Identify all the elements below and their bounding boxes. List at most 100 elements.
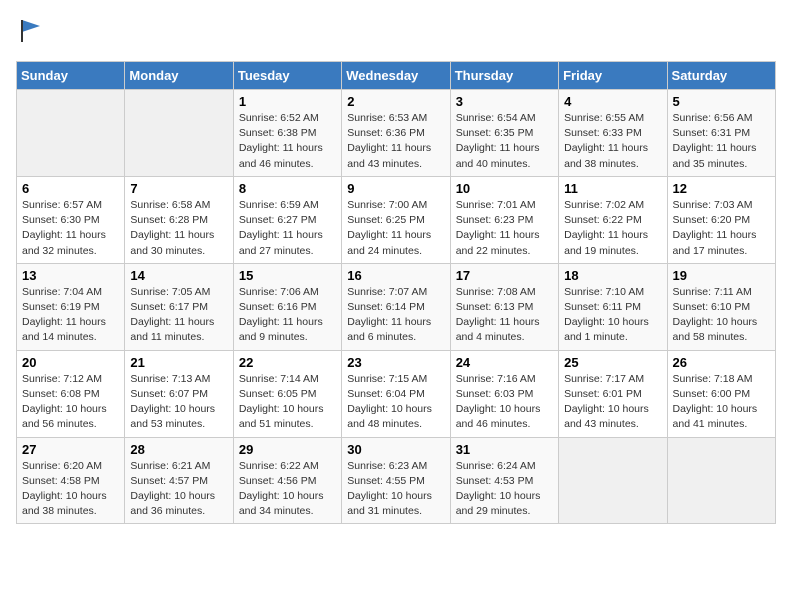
day-info: Sunrise: 6:22 AMSunset: 4:56 PMDaylight:… bbox=[239, 459, 336, 520]
day-number: 29 bbox=[239, 442, 336, 457]
day-info: Sunrise: 6:20 AMSunset: 4:58 PMDaylight:… bbox=[22, 459, 119, 520]
calendar-cell: 30 Sunrise: 6:23 AMSunset: 4:55 PMDayligh… bbox=[342, 437, 450, 524]
logo-text bbox=[16, 16, 46, 49]
calendar-cell: 29 Sunrise: 6:22 AMSunset: 4:56 PMDayligh… bbox=[233, 437, 341, 524]
day-number: 17 bbox=[456, 268, 553, 283]
header-day-wednesday: Wednesday bbox=[342, 62, 450, 90]
calendar-body: 1Sunrise: 6:52 AMSunset: 6:38 PMDaylight… bbox=[17, 90, 776, 524]
calendar-table: SundayMondayTuesdayWednesdayThursdayFrid… bbox=[16, 61, 776, 524]
day-info: Sunrise: 6:54 AMSunset: 6:35 PMDaylight:… bbox=[456, 111, 553, 172]
day-info: Sunrise: 7:17 AMSunset: 6:01 PMDaylight:… bbox=[564, 372, 661, 433]
calendar-week-2: 6 Sunrise: 6:57 AMSunset: 6:30 PMDaylight… bbox=[17, 176, 776, 263]
calendar-cell: 10Sunrise: 7:01 AMSunset: 6:23 PMDayligh… bbox=[450, 176, 558, 263]
calendar-cell: 3 Sunrise: 6:54 AMSunset: 6:35 PMDaylight… bbox=[450, 90, 558, 177]
day-info: Sunrise: 7:15 AMSunset: 6:04 PMDaylight:… bbox=[347, 372, 444, 433]
calendar-cell: 24Sunrise: 7:16 AMSunset: 6:03 PMDayligh… bbox=[450, 350, 558, 437]
calendar-cell: 1Sunrise: 6:52 AMSunset: 6:38 PMDaylight… bbox=[233, 90, 341, 177]
header-day-monday: Monday bbox=[125, 62, 233, 90]
header-day-thursday: Thursday bbox=[450, 62, 558, 90]
calendar-header: SundayMondayTuesdayWednesdayThursdayFrid… bbox=[17, 62, 776, 90]
day-number: 28 bbox=[130, 442, 227, 457]
calendar-cell bbox=[667, 437, 775, 524]
day-number: 23 bbox=[347, 355, 444, 370]
calendar-cell: 18 Sunrise: 7:10 AMSunset: 6:11 PMDayligh… bbox=[559, 263, 667, 350]
day-number: 8 bbox=[239, 181, 336, 196]
day-number: 1 bbox=[239, 94, 336, 109]
calendar-cell: 7 Sunrise: 6:58 AMSunset: 6:28 PMDaylight… bbox=[125, 176, 233, 263]
calendar-cell: 4Sunrise: 6:55 AMSunset: 6:33 PMDaylight… bbox=[559, 90, 667, 177]
day-info: Sunrise: 6:55 AMSunset: 6:33 PMDaylight:… bbox=[564, 111, 661, 172]
calendar-cell: 26 Sunrise: 7:18 AMSunset: 6:00 PMDayligh… bbox=[667, 350, 775, 437]
day-info: Sunrise: 7:03 AMSunset: 6:20 PMDaylight:… bbox=[673, 198, 770, 259]
day-number: 7 bbox=[130, 181, 227, 196]
day-number: 26 bbox=[673, 355, 770, 370]
day-info: Sunrise: 6:24 AMSunset: 4:53 PMDaylight:… bbox=[456, 459, 553, 520]
day-info: Sunrise: 7:18 AMSunset: 6:00 PMDaylight:… bbox=[673, 372, 770, 433]
calendar-cell: 23 Sunrise: 7:15 AMSunset: 6:04 PMDayligh… bbox=[342, 350, 450, 437]
day-info: Sunrise: 7:12 AMSunset: 6:08 PMDaylight:… bbox=[22, 372, 119, 433]
calendar-week-4: 20 Sunrise: 7:12 AMSunset: 6:08 PMDayligh… bbox=[17, 350, 776, 437]
calendar-cell: 6 Sunrise: 6:57 AMSunset: 6:30 PMDaylight… bbox=[17, 176, 125, 263]
day-number: 5 bbox=[673, 94, 770, 109]
header-day-tuesday: Tuesday bbox=[233, 62, 341, 90]
day-info: Sunrise: 6:21 AMSunset: 4:57 PMDaylight:… bbox=[130, 459, 227, 520]
day-number: 22 bbox=[239, 355, 336, 370]
calendar-cell: 19 Sunrise: 7:11 AMSunset: 6:10 PMDayligh… bbox=[667, 263, 775, 350]
calendar-cell: 13 Sunrise: 7:04 AMSunset: 6:19 PMDayligh… bbox=[17, 263, 125, 350]
day-number: 11 bbox=[564, 181, 661, 196]
calendar-week-5: 27 Sunrise: 6:20 AMSunset: 4:58 PMDayligh… bbox=[17, 437, 776, 524]
calendar-cell bbox=[17, 90, 125, 177]
day-number: 16 bbox=[347, 268, 444, 283]
day-info: Sunrise: 6:23 AMSunset: 4:55 PMDaylight:… bbox=[347, 459, 444, 520]
logo bbox=[16, 16, 46, 49]
day-info: Sunrise: 6:57 AMSunset: 6:30 PMDaylight:… bbox=[22, 198, 119, 259]
calendar-cell: 28 Sunrise: 6:21 AMSunset: 4:57 PMDayligh… bbox=[125, 437, 233, 524]
day-number: 13 bbox=[22, 268, 119, 283]
calendar-cell: 22Sunrise: 7:14 AMSunset: 6:05 PMDayligh… bbox=[233, 350, 341, 437]
calendar-week-1: 1Sunrise: 6:52 AMSunset: 6:38 PMDaylight… bbox=[17, 90, 776, 177]
day-number: 20 bbox=[22, 355, 119, 370]
calendar-cell: 27 Sunrise: 6:20 AMSunset: 4:58 PMDayligh… bbox=[17, 437, 125, 524]
header-day-friday: Friday bbox=[559, 62, 667, 90]
day-number: 9 bbox=[347, 181, 444, 196]
day-info: Sunrise: 6:59 AMSunset: 6:27 PMDaylight:… bbox=[239, 198, 336, 259]
calendar-cell: 8 Sunrise: 6:59 AMSunset: 6:27 PMDaylight… bbox=[233, 176, 341, 263]
day-number: 21 bbox=[130, 355, 227, 370]
day-number: 14 bbox=[130, 268, 227, 283]
day-number: 25 bbox=[564, 355, 661, 370]
day-info: Sunrise: 7:05 AMSunset: 6:17 PMDaylight:… bbox=[130, 285, 227, 346]
day-info: Sunrise: 7:10 AMSunset: 6:11 PMDaylight:… bbox=[564, 285, 661, 346]
day-number: 3 bbox=[456, 94, 553, 109]
day-number: 18 bbox=[564, 268, 661, 283]
day-info: Sunrise: 7:02 AMSunset: 6:22 PMDaylight:… bbox=[564, 198, 661, 259]
calendar-cell: 16 Sunrise: 7:07 AMSunset: 6:14 PMDayligh… bbox=[342, 263, 450, 350]
day-number: 30 bbox=[347, 442, 444, 457]
day-number: 12 bbox=[673, 181, 770, 196]
header-day-saturday: Saturday bbox=[667, 62, 775, 90]
calendar-cell bbox=[125, 90, 233, 177]
calendar-cell: 5 Sunrise: 6:56 AMSunset: 6:31 PMDaylight… bbox=[667, 90, 775, 177]
day-number: 2 bbox=[347, 94, 444, 109]
day-info: Sunrise: 7:08 AMSunset: 6:13 PMDaylight:… bbox=[456, 285, 553, 346]
calendar-cell: 25 Sunrise: 7:17 AMSunset: 6:01 PMDayligh… bbox=[559, 350, 667, 437]
day-info: Sunrise: 6:58 AMSunset: 6:28 PMDaylight:… bbox=[130, 198, 227, 259]
calendar-cell: 20 Sunrise: 7:12 AMSunset: 6:08 PMDayligh… bbox=[17, 350, 125, 437]
day-number: 6 bbox=[22, 181, 119, 196]
day-number: 15 bbox=[239, 268, 336, 283]
calendar-week-3: 13 Sunrise: 7:04 AMSunset: 6:19 PMDayligh… bbox=[17, 263, 776, 350]
calendar-cell: 12 Sunrise: 7:03 AMSunset: 6:20 PMDayligh… bbox=[667, 176, 775, 263]
day-info: Sunrise: 7:07 AMSunset: 6:14 PMDaylight:… bbox=[347, 285, 444, 346]
logo-flag-icon bbox=[18, 16, 46, 44]
calendar-cell: 17 Sunrise: 7:08 AMSunset: 6:13 PMDayligh… bbox=[450, 263, 558, 350]
day-number: 24 bbox=[456, 355, 553, 370]
page-header bbox=[16, 16, 776, 49]
day-number: 27 bbox=[22, 442, 119, 457]
header-day-sunday: Sunday bbox=[17, 62, 125, 90]
day-info: Sunrise: 7:00 AMSunset: 6:25 PMDaylight:… bbox=[347, 198, 444, 259]
calendar-cell: 11 Sunrise: 7:02 AMSunset: 6:22 PMDayligh… bbox=[559, 176, 667, 263]
day-number: 19 bbox=[673, 268, 770, 283]
day-info: Sunrise: 6:56 AMSunset: 6:31 PMDaylight:… bbox=[673, 111, 770, 172]
calendar-cell: 2Sunrise: 6:53 AMSunset: 6:36 PMDaylight… bbox=[342, 90, 450, 177]
day-info: Sunrise: 7:11 AMSunset: 6:10 PMDaylight:… bbox=[673, 285, 770, 346]
day-info: Sunrise: 7:04 AMSunset: 6:19 PMDaylight:… bbox=[22, 285, 119, 346]
